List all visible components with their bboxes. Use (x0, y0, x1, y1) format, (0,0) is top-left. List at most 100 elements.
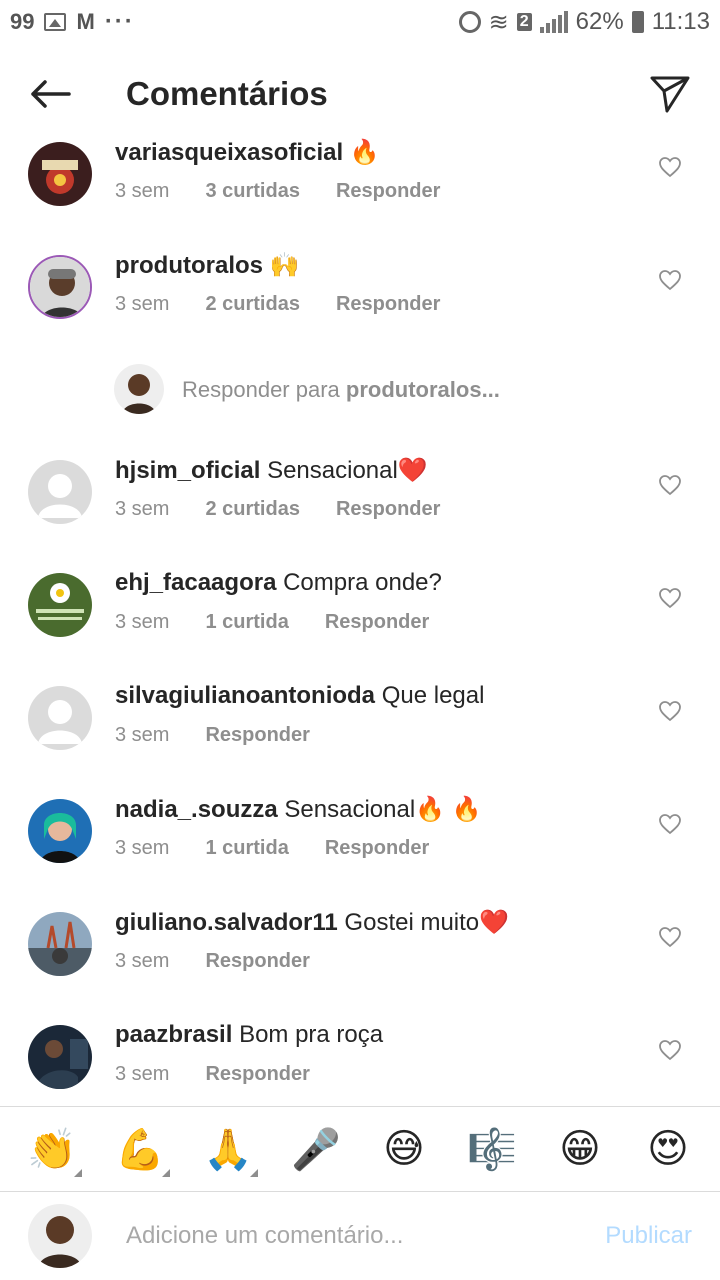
heart-icon[interactable] (658, 269, 682, 291)
reply-button[interactable]: Responder (205, 1063, 309, 1086)
heart-icon[interactable] (658, 700, 682, 722)
avatar[interactable] (28, 799, 92, 863)
comment-age: 3 sem (115, 180, 170, 202)
avatar (28, 1204, 92, 1268)
avatar[interactable] (28, 912, 92, 976)
comment-meta: 3 sem 1 curtida Responder (115, 611, 429, 634)
clock: 11:13 (651, 8, 710, 35)
reply-button[interactable]: Responder (205, 950, 309, 973)
comment-username[interactable]: produtoralos (115, 252, 263, 279)
reply-prompt[interactable]: Responder para produtoralos... (0, 346, 720, 436)
folded-hands-emoji-button[interactable]: 🙏 (188, 1126, 268, 1177)
emoji-glyph: 😁 (559, 1126, 601, 1172)
comment-text: giuliano.salvador11 Gostei muito❤️ (115, 908, 509, 937)
comment-body: Bom pra roça (239, 1021, 384, 1048)
heart-icon[interactable] (658, 926, 682, 948)
heart-icon[interactable] (658, 813, 682, 835)
status-bar: 99 M ··· ≋ 2 62% 11:13 (0, 0, 720, 44)
avatar[interactable] (28, 142, 92, 206)
heart-icon[interactable] (658, 156, 682, 178)
comments-list[interactable]: variasqueixasoficial 🔥 3 sem 3 curtidas … (0, 120, 720, 1106)
more-notifications-icon: ··· (104, 8, 135, 35)
heart-icon[interactable] (658, 474, 682, 496)
alarm-icon (458, 11, 481, 33)
beaming-face-emoji-button[interactable]: 😁 (540, 1126, 620, 1172)
heart-icon[interactable] (658, 587, 682, 609)
comment-body: Gostei muito❤️ (344, 909, 510, 936)
emoji-glyph: 🎼 (467, 1126, 517, 1173)
comment-text: hjsim_oficial Sensacional❤️ (115, 456, 428, 485)
avatar[interactable] (28, 255, 92, 319)
comment-item: ehj_facaagora Compra onde? 3 sem 1 curti… (0, 551, 720, 664)
battery-icon (631, 11, 644, 33)
comment-body: 🔥 (349, 139, 380, 166)
reply-button[interactable]: Responder (205, 724, 309, 747)
avatar[interactable] (28, 686, 92, 750)
clapping-hands-emoji-button[interactable]: 👏 (12, 1126, 92, 1177)
comment-username[interactable]: giuliano.salvador11 (115, 909, 338, 936)
comment-likes[interactable]: 3 curtidas (205, 180, 299, 203)
comment-item: produtoralos 🙌 3 sem 2 curtidas Responde… (0, 233, 720, 346)
comment-text: produtoralos 🙌 (115, 251, 300, 280)
emoji-glyph: 🎤 (291, 1126, 341, 1173)
comment-body: Sensacional🔥 🔥 (284, 796, 482, 823)
comment-age: 3 sem (115, 498, 170, 520)
notification-count: 99 (10, 9, 35, 34)
comment-username[interactable]: paazbrasil (115, 1021, 232, 1048)
comment-likes[interactable]: 2 curtidas (205, 293, 299, 316)
avatar[interactable] (28, 573, 92, 637)
comment-username[interactable]: ehj_facaagora (115, 569, 276, 596)
arrow-left-icon (31, 80, 71, 108)
reply-button[interactable]: Responder (336, 293, 440, 316)
avatar (114, 364, 164, 414)
skin-tone-indicator (250, 1168, 258, 1177)
reply-target: produtoralos... (345, 377, 500, 402)
comment-body: Sensacional❤️ (267, 457, 428, 484)
comment-item: variasqueixasoficial 🔥 3 sem 3 curtidas … (0, 120, 720, 233)
publish-button[interactable]: Publicar (605, 1222, 692, 1250)
comment-age: 3 sem (115, 950, 170, 972)
comment-meta: 3 sem 2 curtidas Responder (115, 498, 440, 521)
flexed-biceps-emoji-button[interactable]: 💪 (100, 1126, 180, 1177)
comment-text: ehj_facaagora Compra onde? (115, 569, 442, 597)
skin-tone-indicator (162, 1168, 170, 1177)
microphone-emoji-button[interactable]: 🎤 (276, 1126, 356, 1173)
comment-username[interactable]: hjsim_oficial (115, 457, 260, 484)
reply-button[interactable]: Responder (336, 180, 440, 203)
comment-likes[interactable]: 1 curtida (205, 611, 288, 634)
comment-item: nadia_.souzza Sensacional🔥 🔥 3 sem 1 cur… (0, 777, 720, 890)
comment-username[interactable]: variasqueixasoficial (115, 139, 343, 166)
comment-meta: 3 sem 3 curtidas Responder (115, 180, 440, 203)
heart-icon[interactable] (658, 1039, 682, 1061)
gallery-icon (44, 13, 67, 31)
sim-badge: 2 (516, 13, 532, 31)
comment-age: 3 sem (115, 724, 170, 746)
comment-text: variasqueixasoficial 🔥 (115, 138, 380, 167)
comment-likes[interactable]: 2 curtidas (205, 498, 299, 521)
comment-age: 3 sem (115, 611, 170, 633)
emoji-glyph: 🙏 (203, 1126, 253, 1173)
comment-likes[interactable]: 1 curtida (205, 837, 288, 860)
reply-button[interactable]: Responder (336, 498, 440, 521)
comment-username[interactable]: nadia_.souzza (115, 796, 278, 823)
comment-text: silvagiulianoantonioda Que legal (115, 682, 484, 710)
comment-composer: Publicar (0, 1192, 720, 1280)
musical-score-emoji-button[interactable]: 🎼 (452, 1126, 532, 1173)
comment-age: 3 sem (115, 1063, 170, 1085)
grinning-sweat-emoji-button[interactable]: 😅 (364, 1126, 444, 1172)
reply-button[interactable]: Responder (325, 837, 429, 860)
avatar[interactable] (28, 460, 92, 524)
skin-tone-indicator (74, 1168, 82, 1177)
comment-body: Que legal (381, 682, 485, 709)
comment-username[interactable]: silvagiulianoantonioda (115, 682, 375, 709)
reply-prefix: Responder para (182, 377, 340, 402)
heart-eyes-emoji-button[interactable]: 😍 (628, 1126, 708, 1172)
comment-input[interactable] (126, 1214, 576, 1258)
comment-text: paazbrasil Bom pra roça (115, 1021, 383, 1049)
comment-item: giuliano.salvador11 Gostei muito❤️ 3 sem… (0, 890, 720, 1003)
reply-prompt-text: Responder para produtoralos... (182, 377, 500, 403)
avatar[interactable] (28, 1025, 92, 1089)
reply-button[interactable]: Responder (325, 611, 429, 634)
emoji-glyph: 💪 (115, 1126, 165, 1173)
comment-meta: 3 sem 1 curtida Responder (115, 837, 429, 860)
